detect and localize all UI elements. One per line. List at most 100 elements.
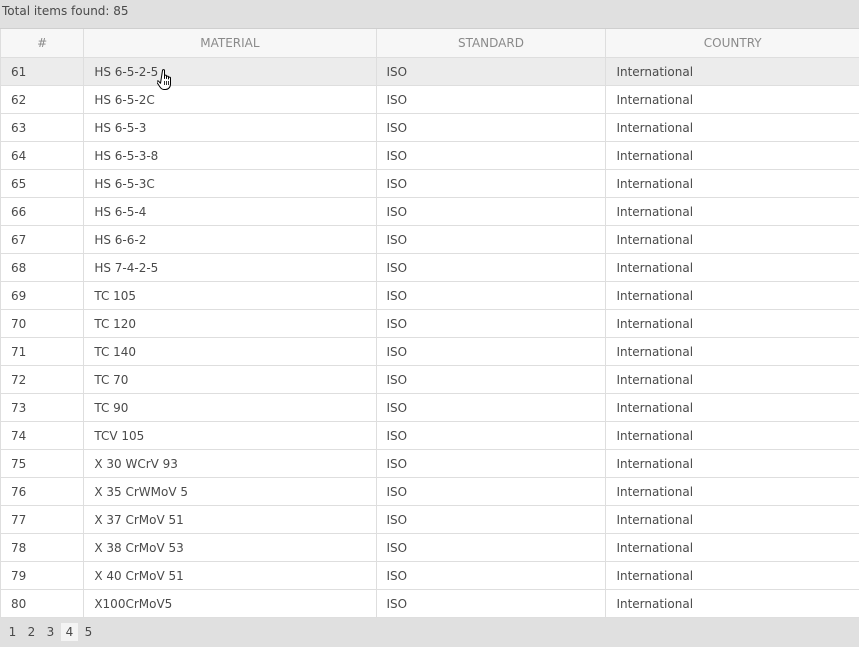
- cell-standard: ISO: [376, 169, 607, 198]
- cell-country: International: [605, 477, 859, 506]
- cell-number: 61: [0, 57, 85, 86]
- cell-number: 67: [0, 225, 85, 254]
- hand-pointer-cursor-icon: [157, 69, 171, 90]
- page-link-4-current[interactable]: 4: [61, 623, 78, 641]
- cell-country: International: [605, 365, 859, 394]
- cell-material: TC 105: [83, 281, 377, 310]
- cell-number: 77: [0, 505, 85, 534]
- column-header-number[interactable]: #: [0, 29, 85, 58]
- cell-standard: ISO: [376, 197, 607, 226]
- cell-country: International: [605, 225, 859, 254]
- page-link-1[interactable]: 1: [6, 623, 19, 641]
- cell-number: 75: [0, 449, 85, 478]
- cell-material: TC 90: [83, 393, 377, 422]
- cell-number: 76: [0, 477, 85, 506]
- cell-number: 70: [0, 309, 85, 338]
- cell-standard: ISO: [376, 449, 607, 478]
- cell-country: International: [605, 337, 859, 366]
- cell-number: 66: [0, 197, 85, 226]
- column-header-standard[interactable]: STANDARD: [376, 29, 607, 58]
- table-row[interactable]: 70 TC 120 ISO International: [0, 309, 859, 338]
- cell-number: 72: [0, 365, 85, 394]
- table-row[interactable]: 71 TC 140 ISO International: [0, 337, 859, 366]
- table-row[interactable]: 64 HS 6-5-3-8 ISO International: [0, 141, 859, 170]
- table-row[interactable]: 61 HS 6-5-2-5 ISO International: [0, 57, 859, 86]
- cell-material: TC 140: [83, 337, 377, 366]
- cell-standard: ISO: [376, 225, 607, 254]
- table-row[interactable]: 65 HS 6-5-3C ISO International: [0, 169, 859, 198]
- table-body: 61 HS 6-5-2-5 ISO International 62 HS 6-5-2C I…: [0, 57, 859, 618]
- cell-country: International: [605, 253, 859, 282]
- cell-material: HS 6-5-2-5: [83, 57, 377, 86]
- cell-material: X100CrMoV5: [83, 589, 377, 618]
- cell-country: International: [605, 393, 859, 422]
- cell-standard: ISO: [376, 561, 607, 590]
- materials-table: # MATERIAL STANDARD COUNTRY 61 HS 6-5-2-5…: [0, 29, 859, 618]
- cell-standard: ISO: [376, 533, 607, 562]
- page-link-3[interactable]: 3: [44, 623, 57, 641]
- column-header-country[interactable]: COUNTRY: [605, 29, 859, 58]
- table-row[interactable]: 69 TC 105 ISO International: [0, 281, 859, 310]
- cell-material: X 37 CrMoV 51: [83, 505, 377, 534]
- cell-country: International: [605, 505, 859, 534]
- cell-material: X 40 CrMoV 51: [83, 561, 377, 590]
- cell-number: 78: [0, 533, 85, 562]
- cell-material: HS 7-4-2-5: [83, 253, 377, 282]
- page-link-5[interactable]: 5: [82, 623, 95, 641]
- table-row[interactable]: 67 HS 6-6-2 ISO International: [0, 225, 859, 254]
- table-header-row: # MATERIAL STANDARD COUNTRY: [0, 29, 859, 58]
- cell-country: International: [605, 533, 859, 562]
- cell-number: 62: [0, 85, 85, 114]
- cell-number: 71: [0, 337, 85, 366]
- cell-standard: ISO: [376, 421, 607, 450]
- table-row[interactable]: 77 X 37 CrMoV 51 ISO International: [0, 505, 859, 534]
- cell-material: TCV 105: [83, 421, 377, 450]
- cell-country: International: [605, 57, 859, 86]
- cell-number: 74: [0, 421, 85, 450]
- page-link-2[interactable]: 2: [25, 623, 38, 641]
- cell-standard: ISO: [376, 505, 607, 534]
- table-row[interactable]: 80 X100CrMoV5 ISO International: [0, 589, 859, 618]
- table-row[interactable]: 62 HS 6-5-2C ISO International: [0, 85, 859, 114]
- cell-country: International: [605, 309, 859, 338]
- cell-number: 73: [0, 393, 85, 422]
- cell-standard: ISO: [376, 589, 607, 618]
- cell-standard: ISO: [376, 309, 607, 338]
- table-row[interactable]: 76 X 35 CrWMoV 5 ISO International: [0, 477, 859, 506]
- cell-country: International: [605, 281, 859, 310]
- table-row[interactable]: 75 X 30 WCrV 93 ISO International: [0, 449, 859, 478]
- cell-standard: ISO: [376, 365, 607, 394]
- table-row[interactable]: 74 TCV 105 ISO International: [0, 421, 859, 450]
- table-row[interactable]: 73 TC 90 ISO International: [0, 393, 859, 422]
- cell-material: HS 6-5-3: [83, 113, 377, 142]
- column-header-material[interactable]: MATERIAL: [83, 29, 377, 58]
- total-items-label: Total items found: 85: [2, 4, 129, 18]
- cell-standard: ISO: [376, 141, 607, 170]
- cell-standard: ISO: [376, 393, 607, 422]
- cell-material: HS 6-5-2C: [83, 85, 377, 114]
- table-row[interactable]: 79 X 40 CrMoV 51 ISO International: [0, 561, 859, 590]
- cell-number: 64: [0, 141, 85, 170]
- cell-country: International: [605, 113, 859, 142]
- table-row[interactable]: 63 HS 6-5-3 ISO International: [0, 113, 859, 142]
- cell-country: International: [605, 589, 859, 618]
- cell-standard: ISO: [376, 113, 607, 142]
- cell-country: International: [605, 169, 859, 198]
- cell-material: HS 6-5-3C: [83, 169, 377, 198]
- cell-number: 69: [0, 281, 85, 310]
- cell-material: HS 6-5-4: [83, 197, 377, 226]
- table-row[interactable]: 68 HS 7-4-2-5 ISO International: [0, 253, 859, 282]
- cell-country: International: [605, 141, 859, 170]
- cell-number: 63: [0, 113, 85, 142]
- cell-standard: ISO: [376, 253, 607, 282]
- table-row[interactable]: 78 X 38 CrMoV 53 ISO International: [0, 533, 859, 562]
- cell-material: TC 120: [83, 309, 377, 338]
- table-row[interactable]: 72 TC 70 ISO International: [0, 365, 859, 394]
- table-row[interactable]: 66 HS 6-5-4 ISO International: [0, 197, 859, 226]
- cell-standard: ISO: [376, 85, 607, 114]
- cell-material: X 30 WCrV 93: [83, 449, 377, 478]
- cell-material: X 38 CrMoV 53: [83, 533, 377, 562]
- cell-standard: ISO: [376, 337, 607, 366]
- cell-material: X 35 CrWMoV 5: [83, 477, 377, 506]
- cell-number: 80: [0, 589, 85, 618]
